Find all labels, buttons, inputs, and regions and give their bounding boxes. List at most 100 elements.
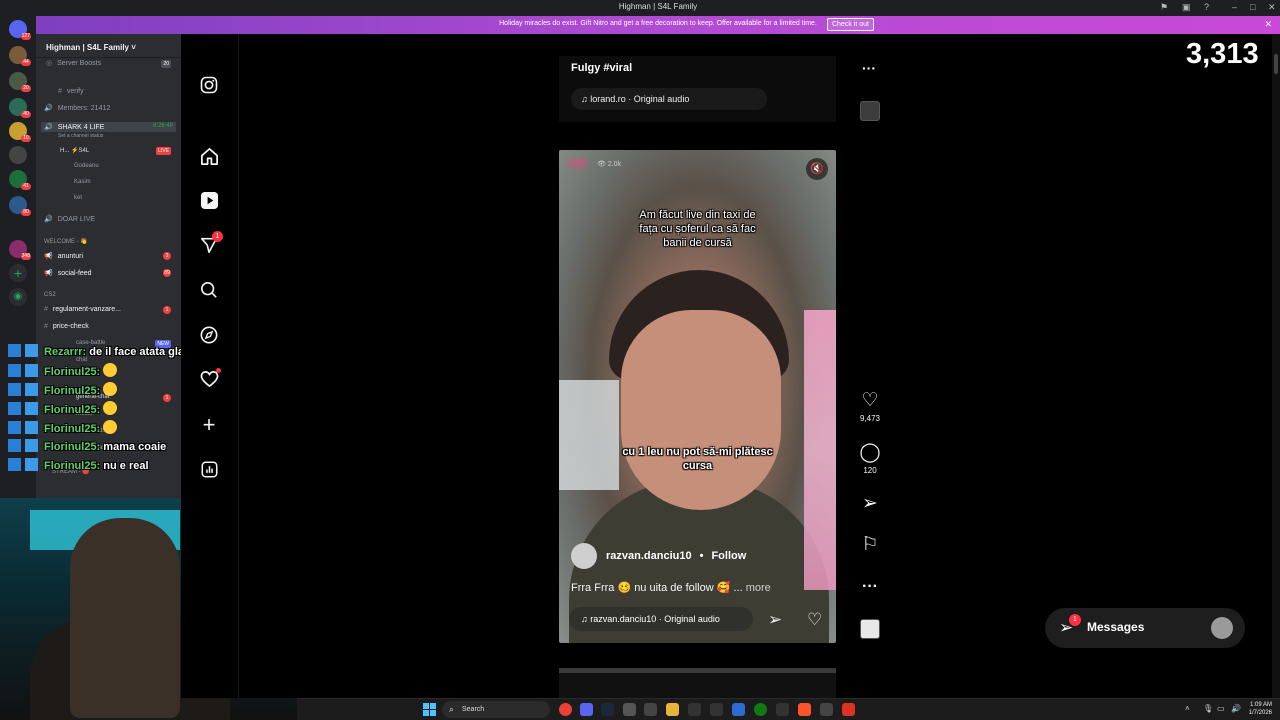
like-icon[interactable]: ♡ xyxy=(807,610,822,630)
app-icon[interactable] xyxy=(623,703,636,716)
messages-icon[interactable]: 1 xyxy=(198,231,223,256)
discord-icon[interactable] xyxy=(580,703,593,716)
reels-icon[interactable] xyxy=(198,189,220,211)
notifications-heart-icon[interactable] xyxy=(198,368,221,390)
network-icon[interactable]: ▭ xyxy=(1217,704,1225,713)
channel-label: verify xyxy=(66,88,84,95)
like-action[interactable]: ♡ 9,473 xyxy=(849,390,891,423)
voice-status[interactable]: Set a channel status xyxy=(58,133,103,139)
instagram-logo-icon[interactable] xyxy=(198,74,220,96)
reel-video[interactable]: LIVE 👁 2.0k 🔇 Am făcut live din taxi de … xyxy=(559,150,836,643)
voice-user[interactable]: H... ⚡S4L xyxy=(60,147,89,154)
audio-pill[interactable]: ♫ razvan.danciu10 · Original audio xyxy=(569,607,753,631)
scrollbar[interactable] xyxy=(1272,34,1280,698)
nitro-banner: Holiday miracles do exist. Gift Nitro an… xyxy=(36,16,1280,34)
send-icon[interactable]: ➢ xyxy=(849,493,891,515)
banner-close-icon[interactable]: ✕ xyxy=(1264,19,1272,30)
tray-chevron-icon[interactable]: ˄ xyxy=(1185,704,1190,713)
badge-icon xyxy=(25,439,38,452)
discord-title-bar: Highman | S4L Family ⚑ ▣ ? – □ ✕ xyxy=(36,0,1280,16)
voice-user[interactable]: ket xyxy=(74,195,82,201)
windows-start-icon[interactable] xyxy=(423,703,436,716)
voice-channel-doar-live[interactable]: 🔊 DOAR LIVE xyxy=(44,215,95,223)
server-icon[interactable]: 40 xyxy=(9,98,31,118)
more-link[interactable]: more xyxy=(746,582,771,594)
file-explorer-icon[interactable] xyxy=(666,703,679,716)
search-icon[interactable] xyxy=(198,279,220,301)
maximize-icon[interactable]: □ xyxy=(1250,2,1255,12)
app-icon[interactable] xyxy=(842,703,855,716)
discover-icon[interactable]: ◉ xyxy=(9,288,27,306)
messages-label: Messages xyxy=(1087,620,1145,634)
app-icon[interactable] xyxy=(688,703,701,716)
explore-icon[interactable] xyxy=(198,324,220,346)
app-icon[interactable] xyxy=(644,703,657,716)
minimize-icon[interactable]: – xyxy=(1232,2,1237,12)
channel-regulament[interactable]: # regulament-vanzare... xyxy=(44,306,121,313)
server-boosts[interactable]: ◎ Server Boosts xyxy=(46,59,101,67)
home-server-icon[interactable]: 127 xyxy=(9,20,31,40)
server-icon[interactable]: 80 xyxy=(9,196,31,216)
author-username[interactable]: razvan.danciu10 xyxy=(606,550,692,562)
app-icon[interactable] xyxy=(732,703,745,716)
category-welcome[interactable]: WELCOME - 👋 xyxy=(44,238,88,245)
reel-caption: Fulgy #viral xyxy=(571,62,633,74)
volume-icon[interactable]: 🔊 xyxy=(1231,704,1241,713)
comment-action[interactable]: ◯ 120 xyxy=(849,442,891,475)
chrome-icon[interactable] xyxy=(559,703,572,716)
app-icon[interactable] xyxy=(710,703,723,716)
audio-thumbnail[interactable] xyxy=(860,101,880,121)
server-icon[interactable]: 41 xyxy=(9,170,31,190)
mute-icon[interactable]: 🔇 xyxy=(806,158,828,180)
help-icon[interactable]: ? xyxy=(1204,2,1209,12)
channel-price-check[interactable]: # price-check xyxy=(44,323,89,330)
create-plus-icon[interactable]: + xyxy=(198,412,220,437)
banner-check-button[interactable]: Check it out xyxy=(827,18,874,31)
server-icon[interactable]: 10 xyxy=(9,122,31,142)
server-header[interactable]: Highman | S4L Family ˅ xyxy=(36,38,181,58)
voice-user[interactable]: Kasim xyxy=(74,179,91,185)
share-icon[interactable]: ➢ xyxy=(768,610,782,630)
badge-icon xyxy=(25,421,38,434)
messages-button[interactable]: ➢ 1 Messages xyxy=(1045,608,1245,648)
server-icon[interactable]: 44 xyxy=(9,46,31,66)
taskbar-search[interactable]: Search xyxy=(442,701,550,718)
dashboard-icon[interactable] xyxy=(198,458,220,480)
bookmark-icon[interactable]: ⚐ xyxy=(849,534,891,556)
inbox-icon[interactable]: ⚑ xyxy=(1160,2,1168,13)
follow-button[interactable]: Follow xyxy=(711,550,746,562)
home-icon[interactable] xyxy=(198,145,220,167)
channel-anunturi[interactable]: 📢 anunturi xyxy=(44,252,83,260)
audio-thumbnail[interactable] xyxy=(860,619,880,639)
close-window-icon[interactable]: ✕ xyxy=(1268,2,1276,13)
server-icon[interactable]: 20 xyxy=(9,72,31,92)
channel-verify[interactable]: # verify xyxy=(58,88,84,95)
audio-pill[interactable]: ♫ lorand.ro · Original audio xyxy=(571,88,767,110)
screen-icon[interactable]: ▣ xyxy=(1182,2,1191,13)
server-icon[interactable] xyxy=(9,146,27,164)
clock[interactable]: 1:09 AM 1/7/2026 xyxy=(1249,701,1272,717)
more-options-icon[interactable]: ··· xyxy=(849,578,891,596)
save-action[interactable]: ⚐ xyxy=(849,534,891,556)
channel-members[interactable]: 🔊 Members: 21412 xyxy=(44,104,110,112)
steam-icon[interactable] xyxy=(601,703,614,716)
chat-username: Florinul25: xyxy=(44,460,101,472)
add-server-icon[interactable]: + xyxy=(9,264,27,282)
brave-icon[interactable] xyxy=(798,703,811,716)
category-cs2[interactable]: CS2 xyxy=(44,292,56,298)
channel-social-feed[interactable]: 📢 social-feed xyxy=(44,269,92,277)
server-icon[interactable]: 348 xyxy=(9,240,31,260)
unread-badge: 1 xyxy=(163,306,171,314)
author-avatar[interactable] xyxy=(571,543,597,569)
voice-channel-shark[interactable]: 🔊 SHARK 4 LIFE 8:26:48 xyxy=(41,122,176,132)
share-action[interactable]: ➢ xyxy=(849,493,891,515)
app-icon[interactable] xyxy=(820,703,833,716)
xbox-icon[interactable] xyxy=(754,703,767,716)
scrollbar-thumb[interactable] xyxy=(1274,54,1278,74)
app-icon[interactable] xyxy=(776,703,789,716)
voice-user[interactable]: Godeanu xyxy=(74,163,99,169)
heart-icon[interactable]: ♡ xyxy=(849,390,891,412)
comment-icon[interactable]: ◯ xyxy=(849,442,891,464)
microphone-icon[interactable]: 🎙 xyxy=(1203,704,1213,713)
more-options-icon[interactable]: ··· xyxy=(862,60,876,76)
